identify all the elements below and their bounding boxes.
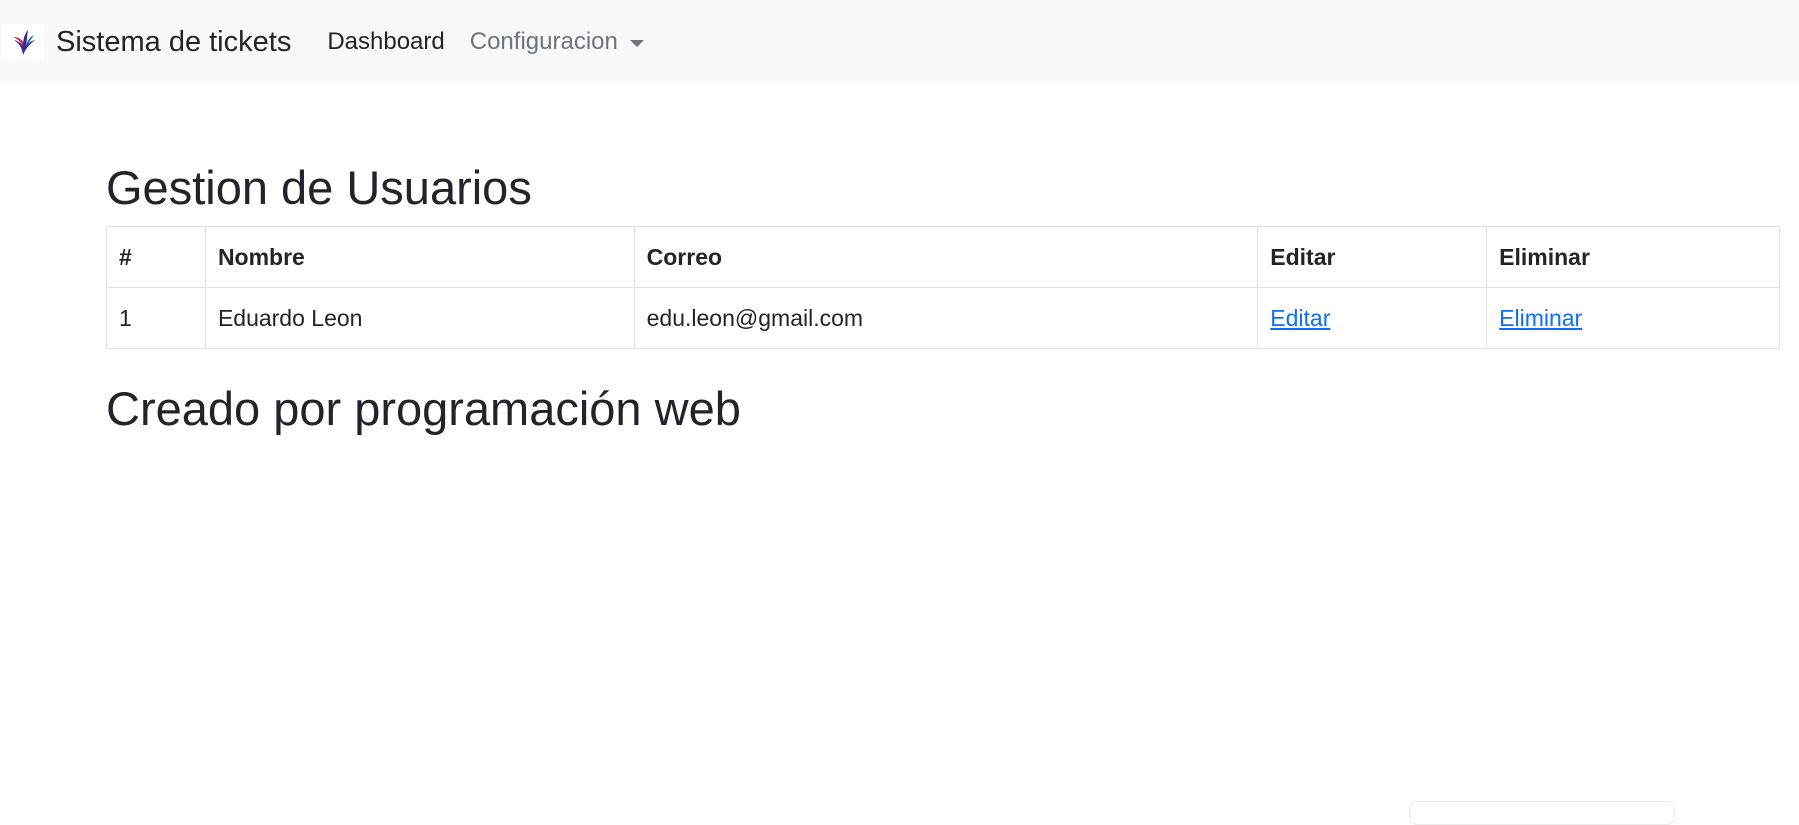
column-header-correo: Correo [633, 226, 1259, 288]
column-header-eliminar: Eliminar [1486, 226, 1780, 288]
cell-id: 1 [106, 287, 206, 349]
caret-down-icon [629, 39, 644, 47]
nav-configuracion-label: Configuracion [469, 28, 618, 55]
brand-link[interactable]: Sistema de tickets [2, 24, 291, 60]
nav-configuracion-dropdown[interactable]: Configuracion [470, 28, 644, 56]
page-title: Gestion de Usuarios [106, 161, 532, 214]
cell-correo: edu.leon@gmail.com [633, 287, 1259, 349]
edit-user-link[interactable]: Editar [1270, 305, 1330, 331]
main-container: Gestion de Usuarios # Nombre Correo Edit… [106, 158, 1780, 439]
cell-editar: Editar [1257, 287, 1488, 349]
table-header-row: # Nombre Correo Editar Eliminar [106, 226, 1780, 288]
brand-title: Sistema de tickets [56, 25, 292, 58]
nav-dashboard-link[interactable]: Dashboard [327, 28, 444, 56]
floating-widget [1409, 801, 1675, 825]
table-row: 1 Eduardo Leon edu.leon@gmail.com Editar… [106, 287, 1780, 349]
bird-logo-icon [2, 24, 44, 60]
navbar: Sistema de tickets Dashboard Configuraci… [0, 0, 1799, 84]
column-header-number: # [106, 226, 206, 288]
column-header-editar: Editar [1257, 226, 1488, 288]
column-header-nombre: Nombre [204, 226, 635, 288]
delete-user-link[interactable]: Eliminar [1499, 305, 1582, 331]
footer-credit: Creado por programación web [106, 382, 741, 435]
cell-nombre: Eduardo Leon [204, 287, 635, 349]
users-table: # Nombre Correo Editar Eliminar 1 Eduard… [106, 226, 1780, 349]
cell-eliminar: Eliminar [1486, 287, 1780, 349]
